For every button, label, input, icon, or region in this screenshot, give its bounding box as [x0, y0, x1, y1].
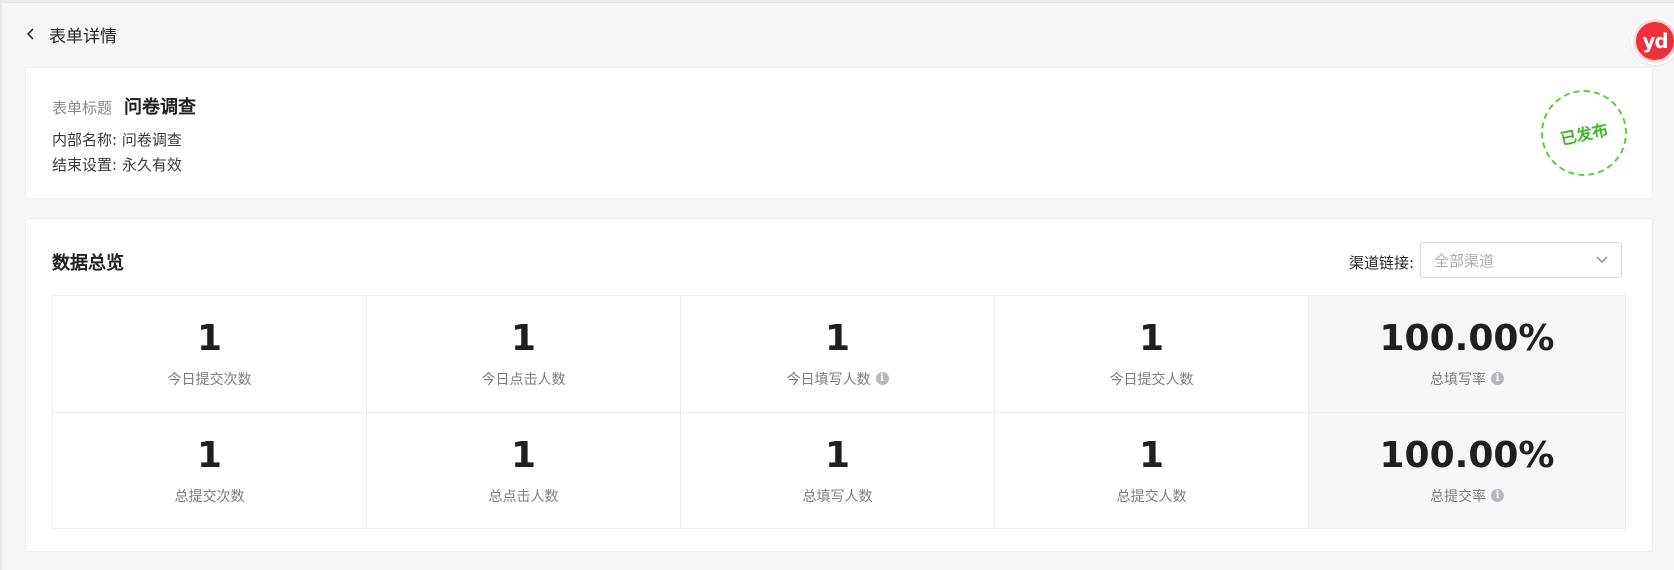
stats-grid: 1 今日提交次数 1 今日点击人数 1 今日填写人数 i 1 今日提交人数 100… [52, 295, 1626, 529]
stat-value: 1 [1138, 318, 1165, 359]
form-info-card: 表单标题 问卷调查 内部名称: 问卷调查 结束设置: 永久有效 已发布 [25, 67, 1653, 199]
form-detail-page: 表单详情 yd 表单标题 问卷调查 内部名称: 问卷调查 结束设置: 永久有效 … [0, 0, 1674, 570]
stat-label: 总提交次数 [174, 488, 245, 505]
internal-name-text: 内部名称: 问卷调查 [52, 131, 182, 149]
chevron-down-icon [1596, 256, 1608, 263]
stat-label: 今日点击人数 [481, 371, 566, 388]
stat-cell-today-submissions: 1 今日提交次数 [53, 296, 367, 413]
info-icon[interactable]: i [1491, 489, 1504, 503]
stat-label: 今日提交人数 [1109, 371, 1194, 388]
top-tab-strip [0, 0, 1674, 3]
stat-value: 1 [196, 435, 223, 476]
stat-label: 总点击人数 [488, 488, 559, 505]
stat-cell-total-fillers: 1 总填写人数 [681, 413, 995, 528]
stat-cell-today-fillers: 1 今日填写人数 i [681, 296, 995, 413]
stat-label: 总提交人数 [1116, 488, 1187, 505]
end-setting-text: 结束设置: 永久有效 [52, 156, 182, 174]
chevron-left-icon[interactable] [25, 27, 37, 41]
stamp-text: 已发布 [1558, 120, 1610, 149]
stat-label: 总填写率 i [1430, 369, 1504, 389]
page-title: 表单详情 [49, 26, 117, 47]
stat-value: 1 [824, 435, 851, 476]
stat-value: 100.00% [1379, 318, 1555, 359]
data-overview-card: 数据总览 渠道链接: 全部渠道 1 今日提交次数 1 今日点击人数 1 今日填写… [25, 218, 1653, 552]
info-icon[interactable]: i [875, 372, 889, 386]
stat-label: 今日填写人数 i [787, 369, 889, 389]
floating-assistant-badge[interactable]: yd [1633, 19, 1674, 63]
published-stamp: 已发布 [1541, 90, 1627, 176]
stat-cell-total-submissions: 1 总提交次数 [53, 413, 367, 528]
stat-value: 1 [824, 318, 851, 359]
left-edge-divider [0, 0, 2, 570]
stat-cell-total-clicks: 1 总点击人数 [367, 413, 681, 528]
back-navigation[interactable]: 表单详情 [25, 20, 117, 48]
stat-cell-today-clicks: 1 今日点击人数 [367, 296, 681, 413]
channel-label: 渠道链接: [1349, 254, 1415, 272]
stat-value: 1 [1138, 435, 1165, 476]
stat-cell-today-submitters: 1 今日提交人数 [995, 296, 1309, 413]
stat-value: 1 [196, 318, 223, 359]
overview-title: 数据总览 [52, 253, 124, 274]
stat-label: 总填写人数 [802, 488, 873, 505]
stat-value: 1 [510, 318, 537, 359]
stat-cell-total-submitters: 1 总提交人数 [995, 413, 1309, 528]
channel-select-placeholder: 全部渠道 [1434, 251, 1495, 270]
form-title-row: 表单标题 问卷调查 [52, 93, 196, 119]
info-icon[interactable]: i [1491, 372, 1504, 386]
stat-cell-total-submit-rate: 100.00% 总提交率 i [1309, 413, 1625, 528]
channel-select[interactable]: 全部渠道 [1420, 242, 1622, 278]
stat-label: 今日提交次数 [167, 371, 252, 388]
stat-label: 总提交率 i [1430, 486, 1504, 506]
stat-value: 1 [510, 435, 537, 476]
form-title-value: 问卷调查 [124, 97, 197, 118]
form-title-label: 表单标题 [52, 99, 113, 117]
stat-cell-total-fill-rate: 100.00% 总填写率 i [1309, 296, 1625, 413]
stat-value: 100.00% [1379, 435, 1555, 476]
